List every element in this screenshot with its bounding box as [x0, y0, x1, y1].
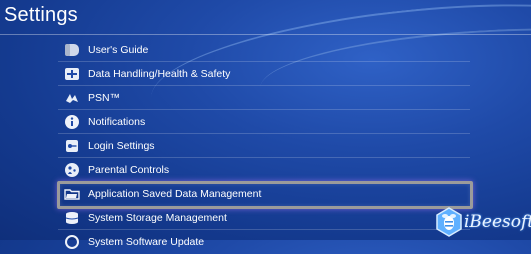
- menu-item-label: System Storage Management: [88, 212, 227, 224]
- menu-item-label: Login Settings: [88, 140, 155, 152]
- menu-item-label: Data Handling/Health & Safety: [88, 68, 231, 80]
- menu-item-label: Notifications: [88, 116, 146, 128]
- storage-icon: [64, 210, 80, 226]
- key-icon: [64, 138, 80, 154]
- health-safety-icon: [64, 66, 80, 82]
- menu-item-label: Parental Controls: [88, 164, 170, 176]
- menu-item-system-software-update[interactable]: System Software Update: [60, 230, 470, 254]
- watermark-text: iBeesoft: [464, 212, 531, 232]
- menu-item-psn[interactable]: PSN™: [58, 86, 470, 110]
- parental-icon: [64, 162, 80, 178]
- menu-item-label: System Software Update: [88, 236, 205, 248]
- watermark-logo: iBeesoft: [435, 205, 531, 239]
- info-icon: [64, 114, 80, 130]
- psn-icon: [64, 90, 80, 106]
- guide-icon: [64, 42, 80, 58]
- menu-item-label: Application Saved Data Management: [88, 188, 262, 200]
- menu-item-label: PSN™: [88, 92, 121, 104]
- menu-item-system-storage[interactable]: System Storage Management: [58, 206, 470, 230]
- title-divider: [0, 34, 531, 35]
- folder-icon: [64, 186, 80, 202]
- menu-item-users-guide[interactable]: User's Guide: [58, 38, 470, 62]
- menu-item-application-saved-data[interactable]: Application Saved Data Management: [60, 182, 470, 206]
- page-title: Settings: [4, 4, 78, 26]
- menu-item-notifications[interactable]: Notifications: [58, 110, 470, 134]
- menu-item-login-settings[interactable]: Login Settings: [58, 134, 470, 158]
- menu-item-parental-controls[interactable]: Parental Controls: [58, 158, 470, 182]
- update-icon: [64, 234, 80, 250]
- menu-item-label: User's Guide: [88, 44, 149, 56]
- bee-logo-icon: [435, 207, 463, 237]
- menu-item-data-handling[interactable]: Data Handling/Health & Safety: [58, 62, 470, 86]
